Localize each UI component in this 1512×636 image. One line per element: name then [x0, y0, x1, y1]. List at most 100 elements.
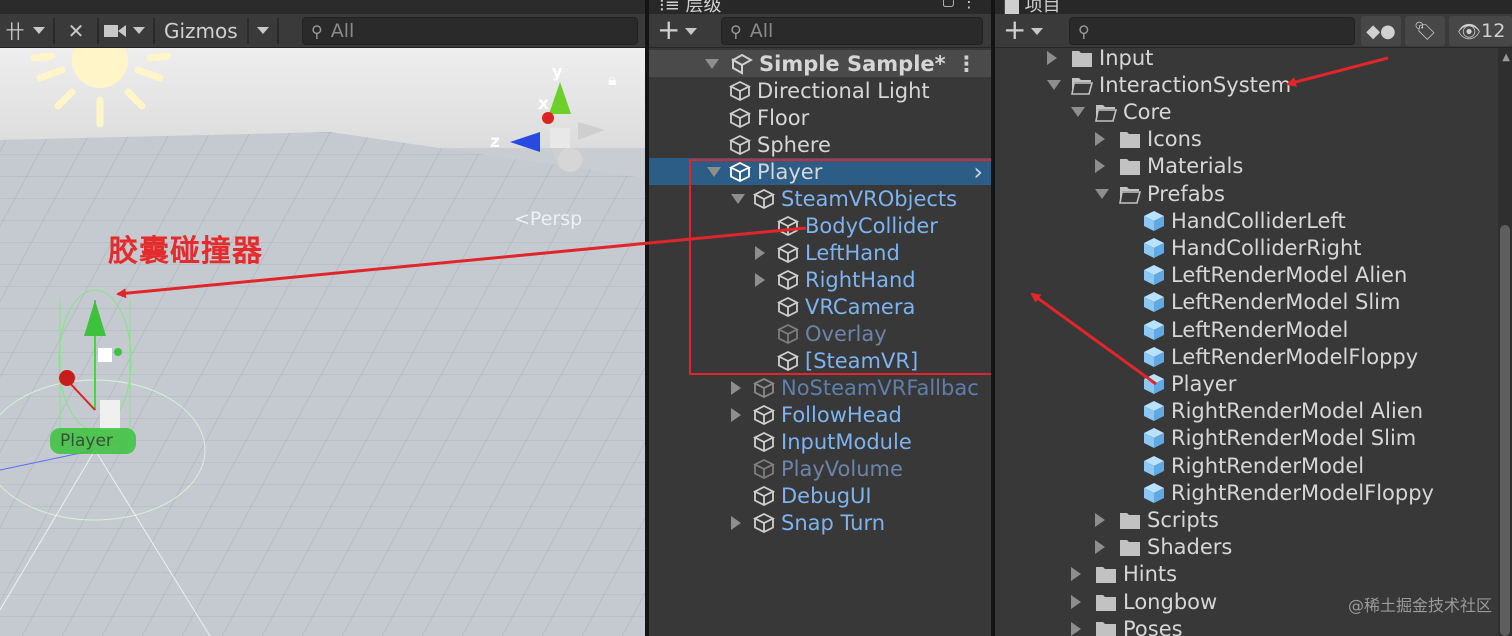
hierarchy-item[interactable]: FollowHead: [649, 401, 991, 428]
project-item-label: Hints: [1123, 562, 1178, 587]
axis-y-label: y: [552, 62, 563, 81]
hierarchy-search-input[interactable]: ⚲ All: [721, 17, 983, 45]
fold-arrow[interactable]: [1095, 159, 1105, 174]
axis-x-label: x: [538, 94, 549, 114]
scene-2d-icon[interactable]: 卄: [2, 17, 28, 45]
fold-arrow[interactable]: [1071, 594, 1081, 609]
folder-open-icon: [1071, 77, 1093, 95]
project-item[interactable]: LeftRenderModel Alien: [995, 262, 1512, 289]
scene-tab-strip: [0, 0, 645, 14]
project-item[interactable]: Scripts: [995, 506, 1512, 533]
scroll-up-icon[interactable]: ▲: [1502, 52, 1510, 63]
move-tool-icon[interactable]: ✕: [58, 17, 94, 45]
folder-icon: [1096, 567, 1116, 584]
hierarchy-item[interactable]: NoSteamVRFallbac: [649, 374, 991, 401]
project-item[interactable]: Shaders: [995, 534, 1512, 561]
filter-by-label-icon[interactable]: 🏷︎: [1405, 16, 1445, 46]
persp-label[interactable]: <Persp: [514, 208, 582, 230]
filter-by-type-icon[interactable]: ◆●: [1361, 16, 1401, 46]
fold-arrow[interactable]: [1047, 79, 1061, 90]
folder-icon: [1120, 132, 1140, 149]
draw-mode-dropdown[interactable]: [28, 17, 50, 45]
axis-z-label: z: [490, 132, 500, 152]
project-item[interactable]: LeftRenderModelFloppy: [995, 343, 1512, 370]
hierarchy-item[interactable]: Directional Light: [649, 77, 991, 104]
hierarchy-item[interactable]: Floor: [649, 104, 991, 131]
project-panel: ▆ 项目 + ⚲ ◆● 🏷︎ 👁︎ 12 Input InteractionSyst…: [995, 0, 1512, 636]
fold-arrow[interactable]: [1095, 188, 1109, 199]
create-dropdown-icon[interactable]: [1031, 28, 1043, 35]
project-scrollbar-thumb[interactable]: [1500, 225, 1510, 636]
fold-arrow[interactable]: [1071, 567, 1081, 582]
fold-arrow[interactable]: [1095, 512, 1105, 527]
fold-arrow[interactable]: [1071, 106, 1085, 117]
camera-dropdown[interactable]: [128, 17, 150, 45]
add-object-button[interactable]: +: [657, 16, 680, 44]
gizmos-button[interactable]: Gizmos: [158, 19, 244, 43]
hierarchy-item[interactable]: PlayVolume: [649, 455, 991, 482]
project-item-label: LeftRenderModel Slim: [1171, 290, 1401, 315]
scene-menu-icon[interactable]: ⋮: [956, 52, 977, 76]
project-item-label: RightRenderModel Slim: [1171, 426, 1417, 451]
prefab-icon: [1144, 319, 1164, 340]
project-item-label: LeftRenderModel Alien: [1171, 263, 1408, 288]
project-item[interactable]: RightRenderModel: [995, 452, 1512, 479]
hierarchy-item[interactable]: Snap Turn: [649, 509, 991, 536]
fold-arrow[interactable]: [731, 407, 741, 422]
fold-arrow[interactable]: [1095, 540, 1105, 555]
hierarchy-item[interactable]: InputModule: [649, 428, 991, 455]
add-dropdown-icon[interactable]: [685, 28, 697, 35]
prefab-icon: [1144, 373, 1164, 394]
project-item[interactable]: InteractionSystem: [995, 71, 1512, 98]
hierarchy-item-label: DebugUI: [781, 483, 872, 508]
project-item[interactable]: Core: [995, 98, 1512, 125]
fold-arrow[interactable]: [731, 380, 741, 395]
hierarchy-item[interactable]: DebugUI: [649, 482, 991, 509]
hierarchy-item-label: Directional Light: [757, 78, 930, 103]
maximize-icon[interactable]: ▢: [942, 0, 955, 9]
lock-icon[interactable]: 🔒︎: [608, 70, 617, 90]
fold-arrow[interactable]: [731, 515, 741, 530]
create-asset-button[interactable]: +: [1003, 16, 1026, 44]
project-item[interactable]: Materials: [995, 153, 1512, 180]
project-item[interactable]: Poses: [995, 615, 1512, 636]
project-item-label: Scripts: [1147, 507, 1219, 532]
project-item-label: RightRenderModel: [1171, 453, 1365, 478]
project-item[interactable]: Prefabs: [995, 180, 1512, 207]
hierarchy-item-label: Floor: [757, 105, 810, 130]
fold-arrow[interactable]: [1071, 621, 1081, 636]
scene-view[interactable]: 卄 ✕ Gizmos ⚲ All y x z 🔒︎ <Persp 胶囊碰撞器 P…: [0, 0, 645, 636]
folder-icon: [1120, 512, 1140, 529]
project-item-label: LeftRenderModel: [1171, 317, 1349, 342]
project-item-label: Input: [1099, 45, 1154, 70]
project-item[interactable]: LeftRenderModel Slim: [995, 289, 1512, 316]
fold-arrow[interactable]: [1095, 132, 1105, 147]
project-item[interactable]: Input: [995, 44, 1512, 71]
gizmos-dropdown[interactable]: [252, 17, 274, 45]
prefab-icon: [1144, 455, 1164, 476]
project-item[interactable]: RightRenderModel Alien: [995, 398, 1512, 425]
project-item[interactable]: RightRenderModelFloppy: [995, 479, 1512, 506]
project-item[interactable]: HandColliderRight: [995, 234, 1512, 261]
project-item[interactable]: Hints: [995, 561, 1512, 588]
fold-arrow[interactable]: [705, 58, 719, 69]
project-item[interactable]: HandColliderLeft: [995, 207, 1512, 234]
project-item-label: Core: [1123, 99, 1172, 124]
project-item-label: RightRenderModelFloppy: [1171, 480, 1434, 505]
scene-search-input[interactable]: ⚲ All: [302, 17, 638, 45]
hierarchy-item[interactable]: Sphere: [649, 131, 991, 158]
project-item[interactable]: Icons: [995, 126, 1512, 153]
project-item[interactable]: RightRenderModel Slim: [995, 425, 1512, 452]
fold-arrow[interactable]: [1047, 50, 1057, 65]
project-tab-strip: ▆ 项目: [995, 0, 1512, 16]
project-search-input[interactable]: ⚲: [1069, 17, 1355, 45]
project-item[interactable]: Player: [995, 370, 1512, 397]
unity-scene-icon: [731, 53, 753, 75]
panel-menu-icon[interactable]: ⋮: [961, 0, 977, 11]
project-item[interactable]: LeftRenderModel: [995, 316, 1512, 343]
camera-icon[interactable]: [102, 17, 128, 45]
hierarchy-tab-strip: ⁝≡ 层级 ▢ ⋮: [649, 0, 991, 16]
scene-root-row[interactable]: Simple Sample* ⋮: [649, 50, 991, 77]
hidden-packages-button[interactable]: 👁︎ 12: [1449, 16, 1512, 46]
hierarchy-item-label: NoSteamVRFallbac: [781, 375, 979, 400]
